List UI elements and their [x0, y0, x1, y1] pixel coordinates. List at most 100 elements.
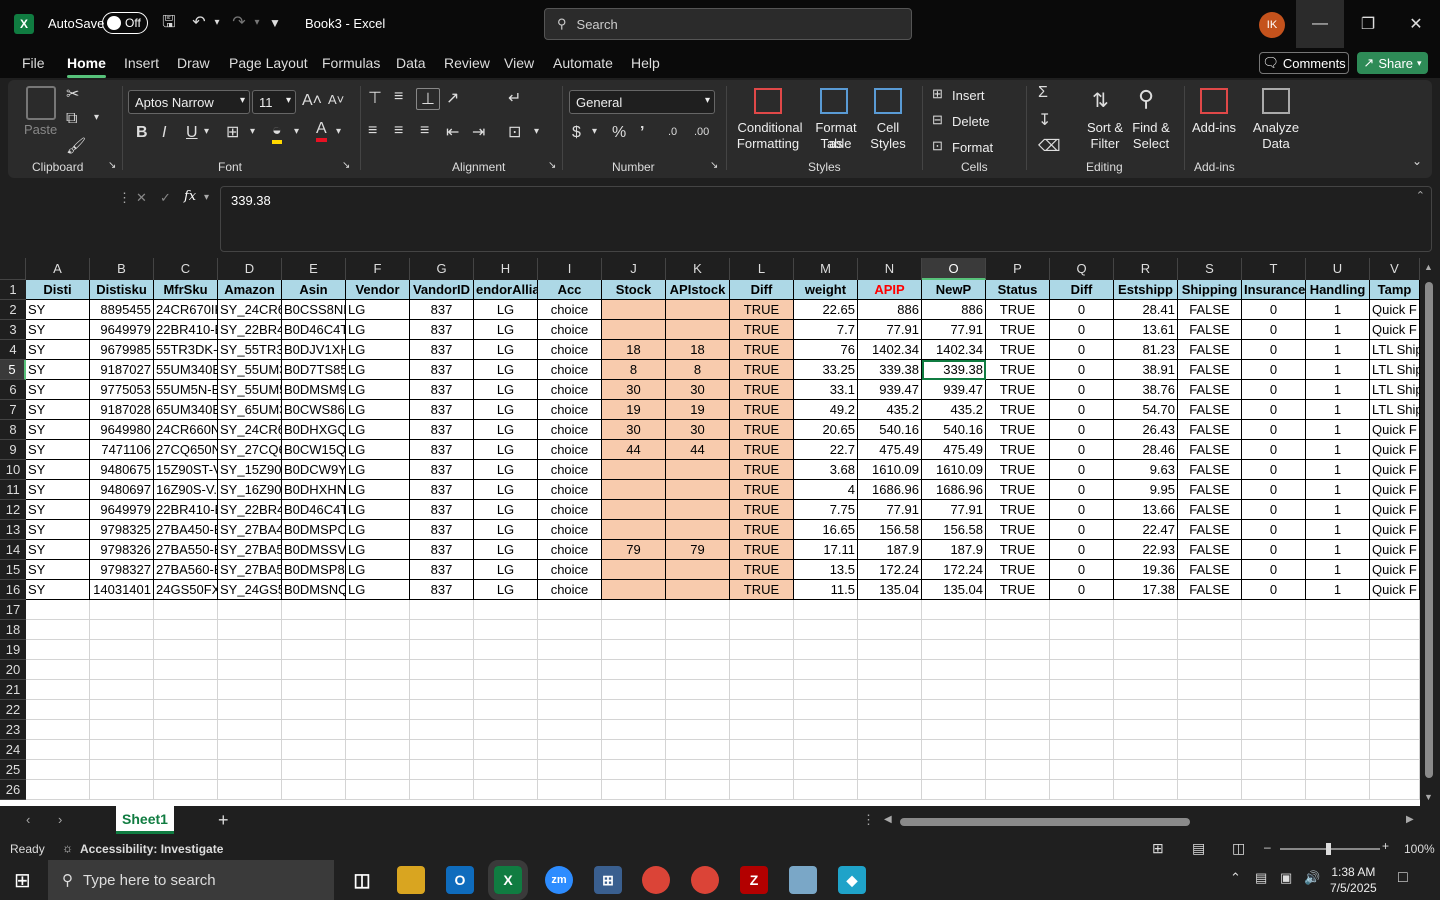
table-cell[interactable]: 475.49 — [922, 440, 986, 460]
table-cell[interactable]: 1 — [1306, 580, 1370, 600]
empty-cell[interactable] — [986, 620, 1050, 640]
table-cell[interactable] — [602, 500, 666, 520]
table-cell[interactable]: 1686.96 — [922, 480, 986, 500]
normal-view-icon[interactable]: ⊞ — [1152, 840, 1164, 857]
font-color-icon[interactable]: A — [316, 120, 327, 142]
table-cell[interactable]: 1 — [1306, 500, 1370, 520]
formula-input[interactable]: 339.38 ⌃ — [220, 186, 1432, 252]
empty-cell[interactable] — [922, 640, 986, 660]
table-cell[interactable]: SY — [26, 580, 90, 600]
table-cell[interactable]: Quick F — [1370, 440, 1420, 460]
empty-cell[interactable] — [730, 680, 794, 700]
empty-cell[interactable] — [90, 600, 154, 620]
table-cell[interactable]: 0 — [1242, 420, 1306, 440]
conditional-formatting-label-1[interactable]: Conditional — [734, 120, 806, 136]
empty-cell[interactable] — [666, 640, 730, 660]
table-cell[interactable]: 0 — [1050, 440, 1114, 460]
analyze-data-label-2[interactable]: Data — [1252, 136, 1300, 152]
sort-filter-label-1[interactable]: Sort & — [1082, 120, 1128, 136]
table-cell[interactable]: 0 — [1050, 300, 1114, 320]
empty-cell[interactable] — [858, 620, 922, 640]
empty-cell[interactable] — [986, 680, 1050, 700]
table-cell[interactable]: TRUE — [986, 400, 1050, 420]
empty-cell[interactable] — [1050, 700, 1114, 720]
empty-cell[interactable] — [730, 600, 794, 620]
vertical-scrollbar[interactable]: ▲ ▼ — [1420, 258, 1440, 806]
table-cell[interactable] — [602, 460, 666, 480]
table-cell[interactable]: SY — [26, 560, 90, 580]
analyze-data-icon[interactable] — [1262, 88, 1290, 114]
table-cell[interactable]: 8895455 — [90, 300, 154, 320]
table-cell[interactable]: 77.91 — [922, 500, 986, 520]
table-cell[interactable]: TRUE — [986, 540, 1050, 560]
decrease-indent-icon[interactable]: ⇤ — [446, 122, 459, 142]
row-header-21[interactable]: 21 — [0, 680, 26, 700]
underline-dropdown-icon[interactable]: ▾ — [204, 126, 209, 137]
table-cell[interactable]: choice — [538, 540, 602, 560]
header-cell[interactable]: Insurance — [1242, 280, 1306, 300]
empty-cell[interactable] — [218, 740, 282, 760]
table-cell[interactable]: 837 — [410, 320, 474, 340]
table-cell[interactable]: LG — [474, 340, 538, 360]
empty-cell[interactable] — [1242, 660, 1306, 680]
empty-cell[interactable] — [1306, 700, 1370, 720]
empty-cell[interactable] — [218, 760, 282, 780]
table-cell[interactable]: FALSE — [1178, 400, 1242, 420]
table-cell[interactable]: 33.1 — [794, 380, 858, 400]
scroll-up-icon[interactable]: ▲ — [1424, 262, 1433, 272]
table-cell[interactable]: 1 — [1306, 520, 1370, 540]
empty-cell[interactable] — [410, 740, 474, 760]
empty-cell[interactable] — [282, 620, 346, 640]
empty-cell[interactable] — [1114, 740, 1178, 760]
tab-draw[interactable]: Draw — [177, 55, 210, 71]
spreadsheet-grid[interactable]: A B C D E F G H I J K L M N O P Q R S T U V 1 2 3 4 5 6 7 8 9 10 11 12 13 1… — [0, 258, 1420, 806]
table-cell[interactable]: 939.47 — [858, 380, 922, 400]
table-cell[interactable] — [602, 580, 666, 600]
row-header-17[interactable]: 17 — [0, 600, 26, 620]
header-cell[interactable]: VandorID — [410, 280, 474, 300]
zoom-in-icon[interactable]: + — [1382, 839, 1389, 853]
table-cell[interactable]: FALSE — [1178, 340, 1242, 360]
table-cell[interactable]: 22BR410-B — [154, 500, 218, 520]
table-cell[interactable]: B0CSS8NK — [282, 300, 346, 320]
empty-cell[interactable] — [1242, 720, 1306, 740]
table-cell[interactable]: B0DMSPC — [282, 520, 346, 540]
table-cell[interactable]: Quick F — [1370, 520, 1420, 540]
table-cell[interactable]: 22.7 — [794, 440, 858, 460]
format-as-table-label-2[interactable]: Table — [808, 136, 864, 152]
table-cell[interactable]: LG — [474, 520, 538, 540]
table-cell[interactable] — [602, 520, 666, 540]
delete-cells-icon[interactable]: ⊟ — [932, 112, 943, 128]
empty-cell[interactable] — [26, 660, 90, 680]
empty-cell[interactable] — [474, 600, 538, 620]
table-cell[interactable]: 79 — [602, 540, 666, 560]
table-cell[interactable]: Quick F — [1370, 480, 1420, 500]
table-cell[interactable]: 9480675 — [90, 460, 154, 480]
table-cell[interactable]: LTL Ship — [1370, 380, 1420, 400]
notes-app-icon[interactable] — [789, 866, 817, 894]
table-cell[interactable]: B0CWS86L — [282, 400, 346, 420]
table-cell[interactable] — [602, 300, 666, 320]
empty-cell[interactable] — [922, 620, 986, 640]
empty-cell[interactable] — [858, 680, 922, 700]
empty-cell[interactable] — [1050, 680, 1114, 700]
table-cell[interactable]: 1 — [1306, 420, 1370, 440]
table-cell[interactable]: B0D46C4T — [282, 500, 346, 520]
conditional-formatting-icon[interactable] — [754, 88, 782, 114]
empty-cell[interactable] — [1370, 720, 1420, 740]
table-cell[interactable]: 1 — [1306, 540, 1370, 560]
empty-cell[interactable] — [474, 640, 538, 660]
align-middle-icon[interactable]: ≡ — [394, 88, 403, 106]
table-cell[interactable]: SY_27BA45 — [218, 520, 282, 540]
table-cell[interactable]: 0 — [1050, 560, 1114, 580]
table-cell[interactable]: 0 — [1050, 380, 1114, 400]
table-cell[interactable]: choice — [538, 520, 602, 540]
table-cell[interactable] — [666, 580, 730, 600]
table-cell[interactable]: 19 — [602, 400, 666, 420]
table-cell[interactable]: 30 — [602, 420, 666, 440]
table-cell[interactable]: 19.36 — [1114, 560, 1178, 580]
table-cell[interactable]: B0DHXHN — [282, 480, 346, 500]
table-cell[interactable]: 7.7 — [794, 320, 858, 340]
table-cell[interactable]: LG — [474, 320, 538, 340]
table-cell[interactable]: SY — [26, 540, 90, 560]
